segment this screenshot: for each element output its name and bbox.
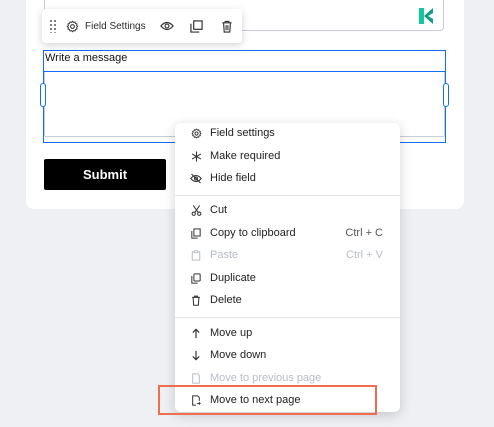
menu-separator: [175, 317, 400, 318]
menu-item-cut[interactable]: Cut: [175, 200, 400, 220]
menu-item-label: Paste: [210, 249, 239, 261]
menu-item-copy-to-clipboard[interactable]: Copy to clipboard Ctrl + C: [175, 223, 400, 243]
arrow-up-icon: [190, 327, 202, 339]
scissors-icon: [190, 204, 202, 216]
resize-handle-right[interactable]: [443, 83, 449, 107]
duplicate-button[interactable]: [182, 9, 212, 43]
menu-item-label: Cut: [210, 204, 228, 216]
eye-off-icon: [190, 172, 202, 184]
resize-handle-left[interactable]: [40, 83, 46, 107]
menu-item-label: Make required: [210, 150, 281, 162]
shortcut-text: Ctrl + V: [346, 249, 383, 261]
message-label: Write a message: [45, 52, 128, 64]
field-settings-button[interactable]: Field Settings: [60, 9, 152, 43]
context-menu: Field settings Make required Hide field …: [175, 123, 400, 412]
trash-icon: [221, 20, 232, 33]
menu-item-move-up[interactable]: Move up: [175, 323, 400, 343]
menu-item-field-settings[interactable]: Field settings: [175, 123, 400, 143]
menu-item-label: Move down: [210, 349, 267, 361]
menu-item-duplicate[interactable]: Duplicate: [175, 268, 400, 288]
page-prev-icon: [190, 372, 202, 384]
menu-item-move-down[interactable]: Move down: [175, 345, 400, 365]
menu-item-make-required[interactable]: Make required: [175, 146, 400, 166]
paste-icon: [190, 249, 202, 261]
arrow-down-icon: [190, 349, 202, 361]
menu-item-label: Delete: [210, 294, 242, 306]
menu-item-label: Field settings: [210, 127, 275, 139]
field-settings-label: Field Settings: [85, 20, 146, 32]
drag-handle-icon[interactable]: [46, 9, 60, 43]
trash-icon: [190, 294, 202, 306]
menu-separator: [175, 195, 400, 196]
submit-button[interactable]: Submit: [44, 159, 166, 190]
selection-divider: [44, 71, 445, 72]
asterisk-icon: [190, 150, 202, 162]
field-toolbar: Field Settings: [42, 9, 242, 43]
preview-button[interactable]: [152, 9, 182, 43]
k-logo-icon: [419, 8, 433, 24]
menu-item-label: Hide field: [210, 172, 256, 184]
copy-icon: [190, 227, 202, 239]
menu-item-delete[interactable]: Delete: [175, 290, 400, 310]
duplicate-icon: [190, 19, 203, 33]
menu-item-hide-field[interactable]: Hide field: [175, 168, 400, 188]
highlight-box: [158, 385, 377, 415]
duplicate-icon: [190, 272, 202, 284]
menu-item-label: Move up: [210, 327, 253, 339]
menu-item-label: Move to previous page: [210, 372, 322, 384]
gear-icon: [66, 20, 79, 32]
shortcut-text: Ctrl + C: [345, 227, 383, 239]
menu-item-label: Copy to clipboard: [210, 227, 296, 239]
menu-item-label: Duplicate: [210, 272, 256, 284]
delete-button[interactable]: [212, 9, 242, 43]
eye-icon: [159, 21, 174, 31]
menu-item-paste[interactable]: Paste Ctrl + V: [175, 245, 400, 265]
gear-icon: [190, 127, 202, 139]
